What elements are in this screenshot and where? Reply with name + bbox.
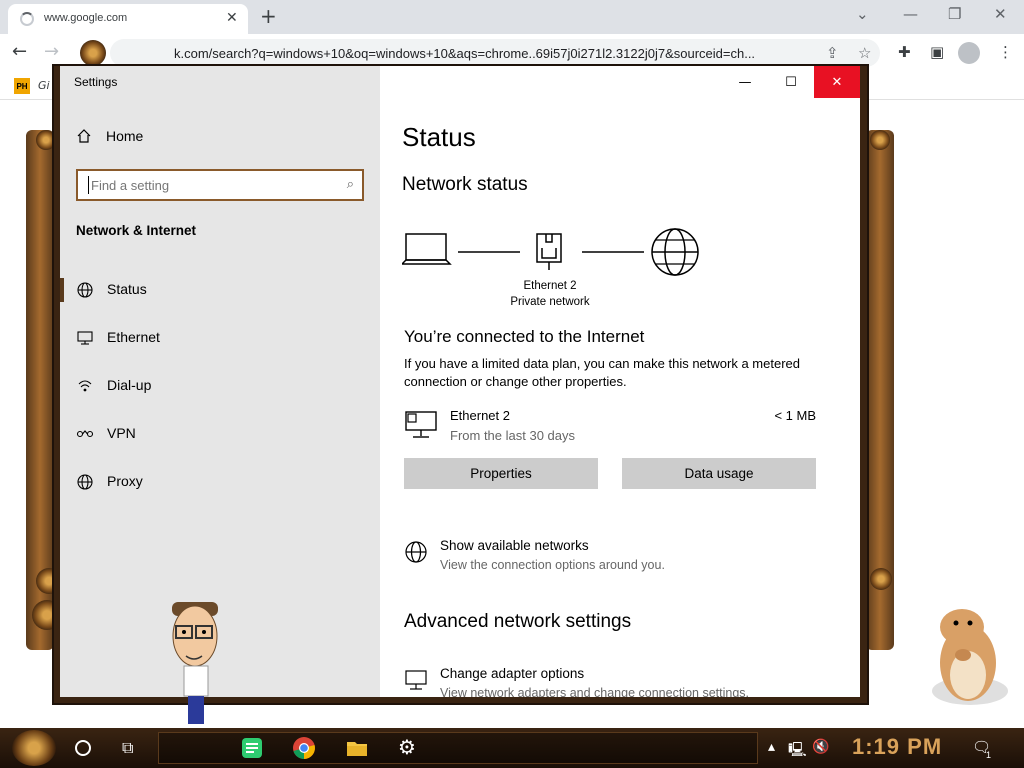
page-title: Status <box>402 122 476 152</box>
vpn-icon <box>76 430 94 438</box>
change-adapter-title[interactable]: Change adapter options <box>440 666 584 681</box>
network-tray-icon[interactable]: 🖳 <box>788 739 807 763</box>
taskbar: ⧉ ⚙ ▴ 🖳 🔇 1:19 PM 🗨 1 <box>0 728 1024 768</box>
show-networks-link[interactable]: Show available networks View the connect… <box>404 538 824 578</box>
advanced-heading: Advanced network settings <box>404 611 632 632</box>
bookmark-label[interactable]: Gi <box>38 79 50 92</box>
window-title: Settings <box>74 75 118 89</box>
task-view-icon[interactable]: ⧉ <box>122 738 133 758</box>
network-caption: Ethernet 2 Private network <box>490 278 610 310</box>
chrome-icon[interactable] <box>292 736 316 760</box>
browser-restore-icon[interactable]: ❐ <box>948 5 961 23</box>
ethernet-icon <box>405 411 437 438</box>
change-adapter-link[interactable]: Change adapter options View network adap… <box>404 666 824 697</box>
sidebar-item-ethernet[interactable]: Ethernet <box>60 318 380 358</box>
internet-globe-icon <box>651 228 699 276</box>
sidebar-item-vpn[interactable]: VPN <box>60 414 380 454</box>
ethernet-data-usage: < 1 MB <box>774 408 816 423</box>
bookmark-star-icon[interactable]: ☆ <box>858 44 871 62</box>
share-icon[interactable]: ⇪ <box>826 44 839 62</box>
globe-icon <box>77 474 93 490</box>
start-button[interactable] <box>12 730 56 766</box>
window-close-button[interactable]: ✕ <box>814 66 860 98</box>
laptop-icon <box>402 233 452 265</box>
ethernet-period: From the last 30 days <box>450 428 575 443</box>
connected-heading: You’re connected to the Internet <box>404 327 645 346</box>
notification-count: 1 <box>986 750 992 760</box>
gear-icon <box>80 40 106 66</box>
volume-muted-icon[interactable]: 🔇 <box>812 739 829 755</box>
properties-button[interactable]: Properties <box>404 458 598 489</box>
sidebar-item-proxy[interactable]: Proxy <box>60 462 380 502</box>
cartoon-man-image <box>172 602 218 724</box>
find-setting-box[interactable]: ⌕ <box>76 169 364 201</box>
section-title: Network & Internet <box>76 223 197 238</box>
dialup-icon <box>78 380 92 392</box>
sidebar-item-label: Dial-up <box>107 377 152 393</box>
address-bar[interactable]: k.com/search?q=windows+10&oq=windows+10&… <box>110 39 880 67</box>
browser-tab[interactable]: www.google.com ✕ <box>8 4 248 34</box>
gear-icon <box>870 130 890 150</box>
hamster-image <box>932 609 1008 705</box>
show-networks-title[interactable]: Show available networks <box>440 538 589 553</box>
network-caption-type: Private network <box>510 296 590 308</box>
window-maximize-button[interactable]: ☐ <box>768 66 814 98</box>
change-adapter-description: View network adapters and change connect… <box>440 686 749 697</box>
tray-chevron-icon[interactable]: ▴ <box>768 739 775 755</box>
globe-icon <box>77 282 93 298</box>
window-minimize-button[interactable]: — <box>722 66 768 98</box>
ethernet-usage-row: Ethernet 2 From the last 30 days < 1 MB <box>404 406 824 446</box>
notes-app-icon[interactable] <box>240 736 264 760</box>
bookmark-favicon[interactable]: PH <box>14 78 30 94</box>
show-networks-description: View the connection options around you. <box>440 558 665 572</box>
tab-title: www.google.com <box>44 12 128 24</box>
data-usage-button[interactable]: Data usage <box>622 458 816 489</box>
network-status-heading: Network status <box>402 174 528 195</box>
sidebar-item-status[interactable]: Status <box>60 270 380 310</box>
sidebar-item-label: VPN <box>107 425 136 441</box>
cortana-search-icon[interactable] <box>75 740 91 756</box>
home-nav-item[interactable]: Home <box>76 128 143 144</box>
menu-kebab-icon[interactable]: ⋮ <box>998 43 1013 61</box>
browser-minimize-icon[interactable]: — <box>903 5 918 23</box>
new-tab-icon[interactable]: + <box>260 4 277 28</box>
sidebar-item-dialup[interactable]: Dial-up <box>60 366 380 406</box>
sidebar-item-label: Proxy <box>107 473 143 489</box>
tab-close-icon[interactable]: ✕ <box>226 10 238 26</box>
sidebar-item-label: Ethernet <box>107 329 160 345</box>
url-text: k.com/search?q=windows+10&oq=windows+10&… <box>174 46 756 61</box>
loading-spinner-icon <box>20 12 34 26</box>
network-caption-name: Ethernet 2 <box>523 280 577 292</box>
sidebar-item-label: Status <box>107 281 147 297</box>
settings-content: — ☐ ✕ Status Network status Ethernet 2 P… <box>380 66 860 697</box>
globe-network-icon <box>405 541 427 563</box>
gear-icon <box>870 568 892 590</box>
connected-description: If you have a limited data plan, you can… <box>404 356 800 389</box>
home-icon <box>77 129 91 143</box>
tab-search-icon[interactable]: ⌄ <box>856 5 869 23</box>
home-label: Home <box>106 128 144 144</box>
find-setting-input[interactable] <box>88 176 328 194</box>
browser-tab-strip: www.google.com ✕ + ⌄ — ❐ ✕ <box>0 0 1024 34</box>
back-icon[interactable]: ← <box>12 41 27 62</box>
ethernet-port-icon <box>536 233 562 270</box>
extensions-icon[interactable]: ✚ <box>898 43 911 61</box>
browser-close-icon[interactable]: ✕ <box>994 5 1007 23</box>
file-explorer-icon[interactable] <box>345 736 369 760</box>
side-panel-icon[interactable]: ▣ <box>930 43 944 61</box>
search-icon[interactable]: ⌕ <box>347 177 354 192</box>
profile-avatar[interactable] <box>958 42 980 64</box>
adapter-icon <box>405 670 427 690</box>
ethernet-name: Ethernet 2 <box>450 408 510 423</box>
network-diagram <box>402 228 699 276</box>
ethernet-icon <box>77 331 93 345</box>
taskbar-clock[interactable]: 1:19 PM <box>852 734 942 760</box>
settings-gear-icon[interactable]: ⚙ <box>398 735 416 759</box>
forward-icon[interactable]: → <box>44 41 59 62</box>
